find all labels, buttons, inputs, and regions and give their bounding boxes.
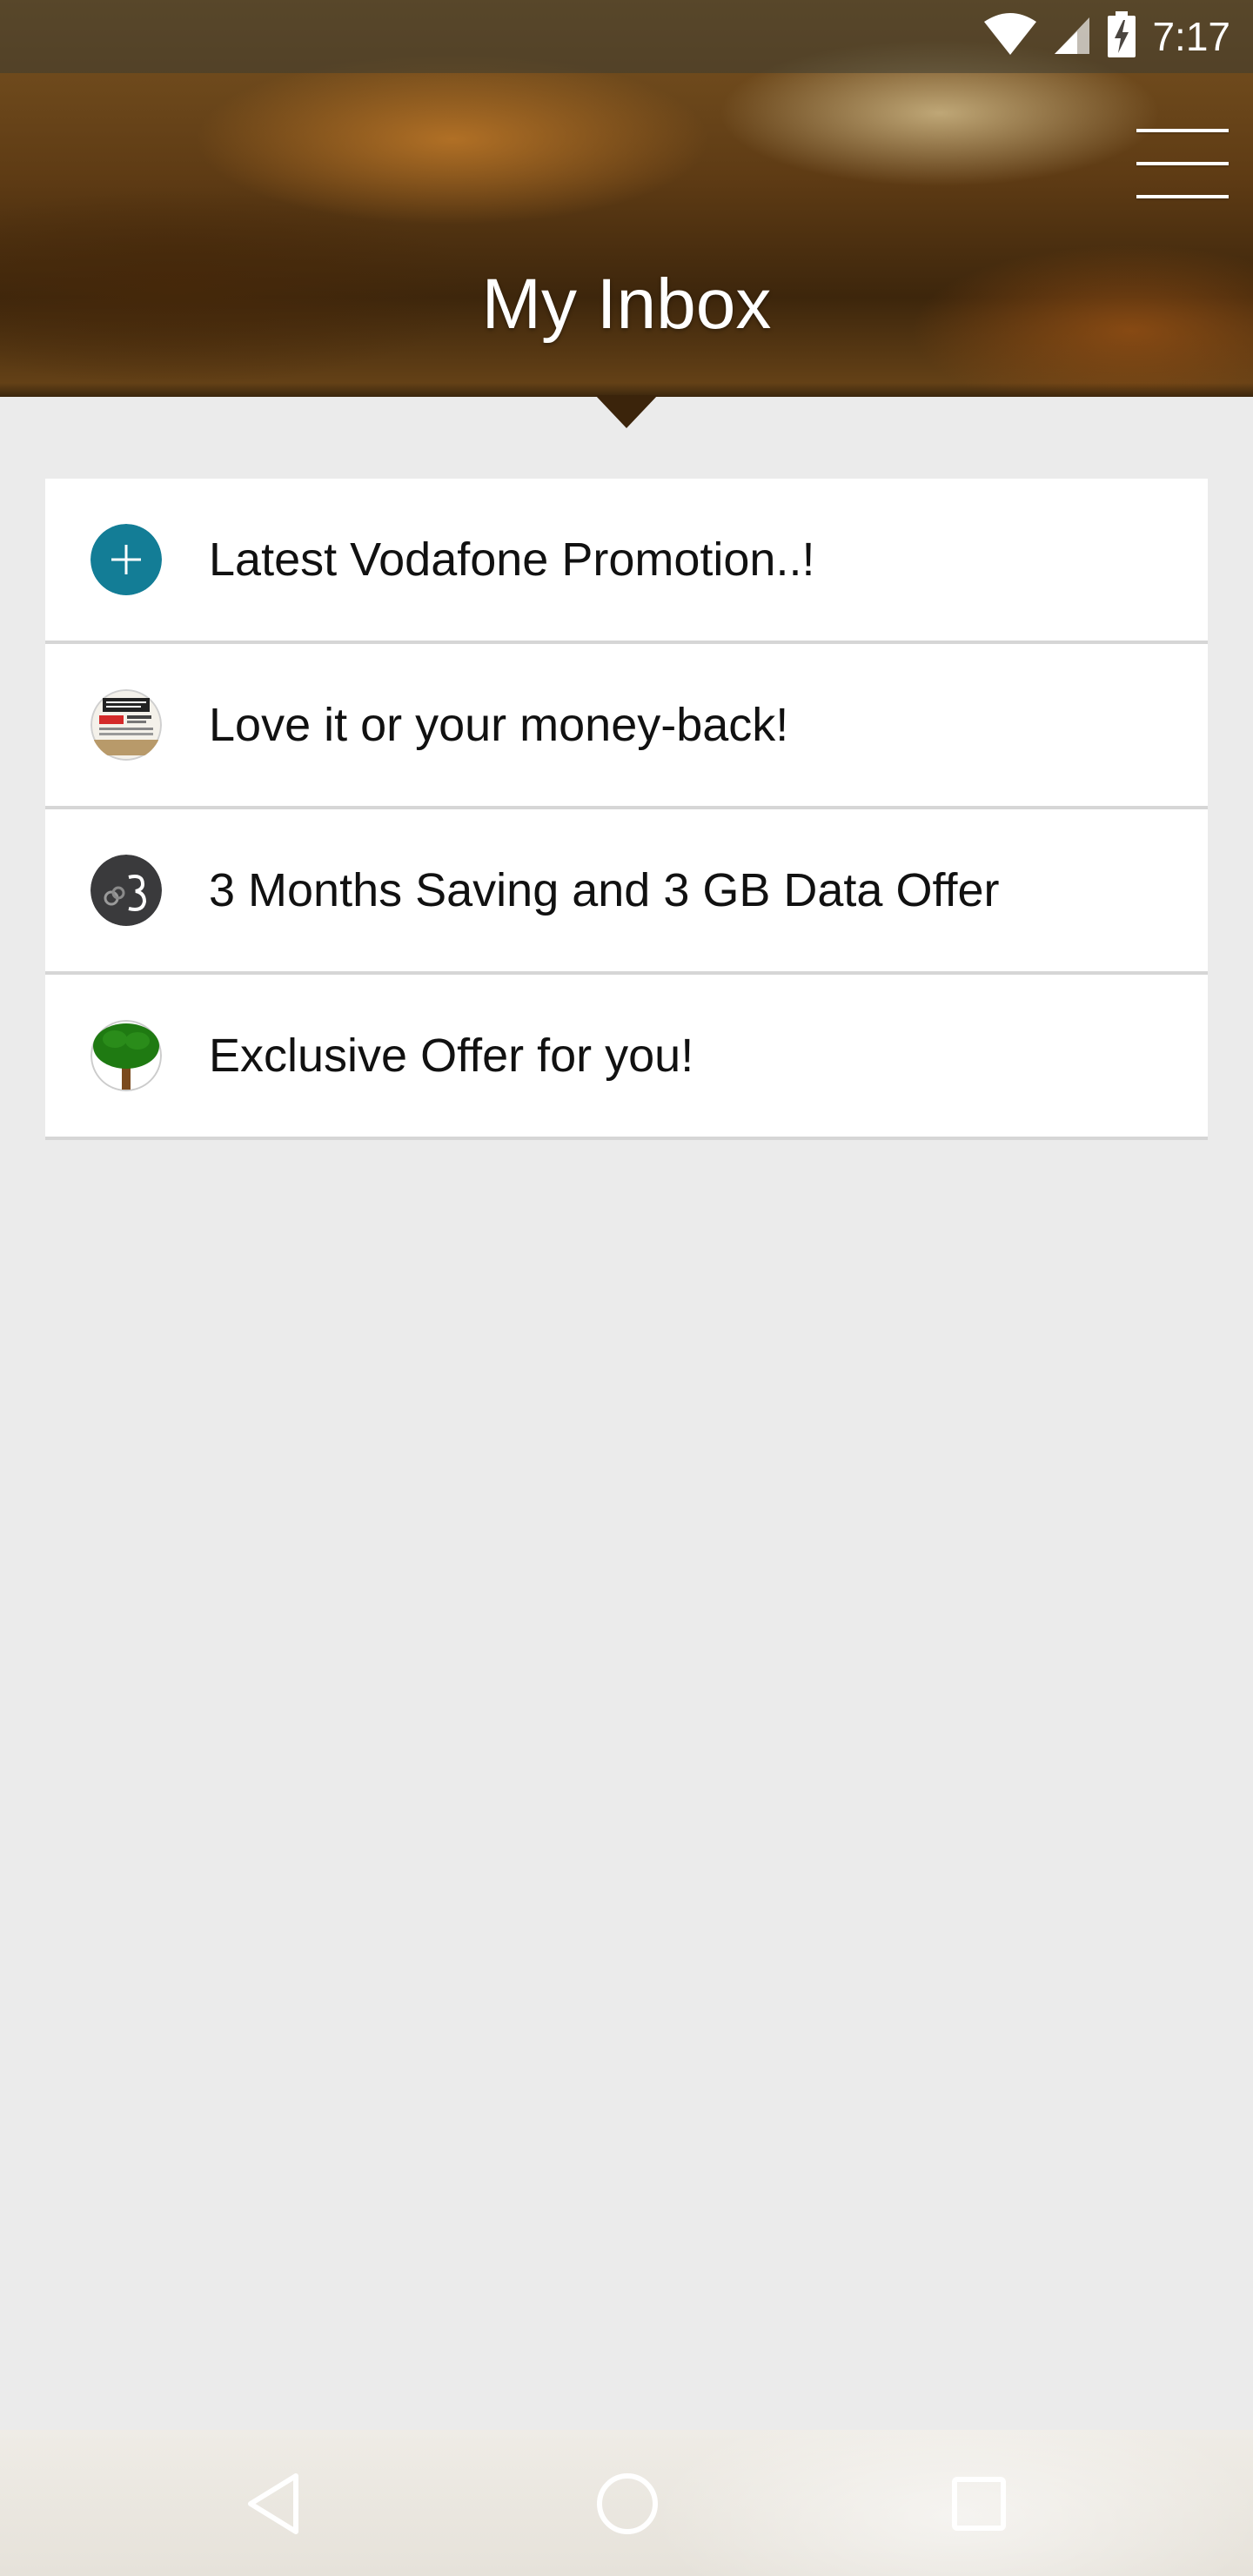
status-bar: 7:17 <box>0 0 1253 73</box>
battery-charging-icon <box>1107 10 1136 63</box>
inbox-item-label: Love it or your money-back! <box>209 699 789 751</box>
inbox-list: Latest Vodafone Promotion..! Love it or … <box>45 479 1208 1140</box>
menu-line <box>1136 195 1229 198</box>
inbox-item-latest-vodafone-promotion[interactable]: Latest Vodafone Promotion..! <box>45 479 1208 644</box>
inbox-item-love-it-money-back[interactable]: Love it or your money-back! <box>45 644 1208 809</box>
page-title: My Inbox <box>481 265 772 344</box>
inbox-item-label: 3 Months Saving and 3 GB Data Offer <box>209 864 1000 916</box>
chalkboard-three-icon <box>90 855 162 926</box>
status-icons: 7:17 <box>983 0 1230 73</box>
recents-square-icon[interactable] <box>940 2465 1018 2543</box>
inbox-item-label: Latest Vodafone Promotion..! <box>209 533 815 586</box>
menu-line <box>1136 162 1229 165</box>
status-time: 7:17 <box>1152 14 1230 59</box>
hamburger-menu-icon[interactable] <box>1136 129 1229 198</box>
back-triangle-icon[interactable] <box>235 2465 313 2543</box>
inbox-item-label: Exclusive Offer for you! <box>209 1030 694 1082</box>
menu-line <box>1136 129 1229 132</box>
home-circle-icon[interactable] <box>588 2465 667 2543</box>
tree-icon <box>90 1020 162 1091</box>
wifi-icon <box>983 12 1037 61</box>
navigation-bar <box>0 2430 1253 2576</box>
promo-thumbnail-icon <box>90 689 162 761</box>
cell-signal-icon <box>1053 14 1091 60</box>
inbox-item-3-months-saving[interactable]: 3 Months Saving and 3 GB Data Offer <box>45 809 1208 975</box>
header-pointer <box>595 395 658 428</box>
inbox-item-exclusive-offer[interactable]: Exclusive Offer for you! <box>45 975 1208 1140</box>
plus-circle-icon <box>90 524 162 595</box>
